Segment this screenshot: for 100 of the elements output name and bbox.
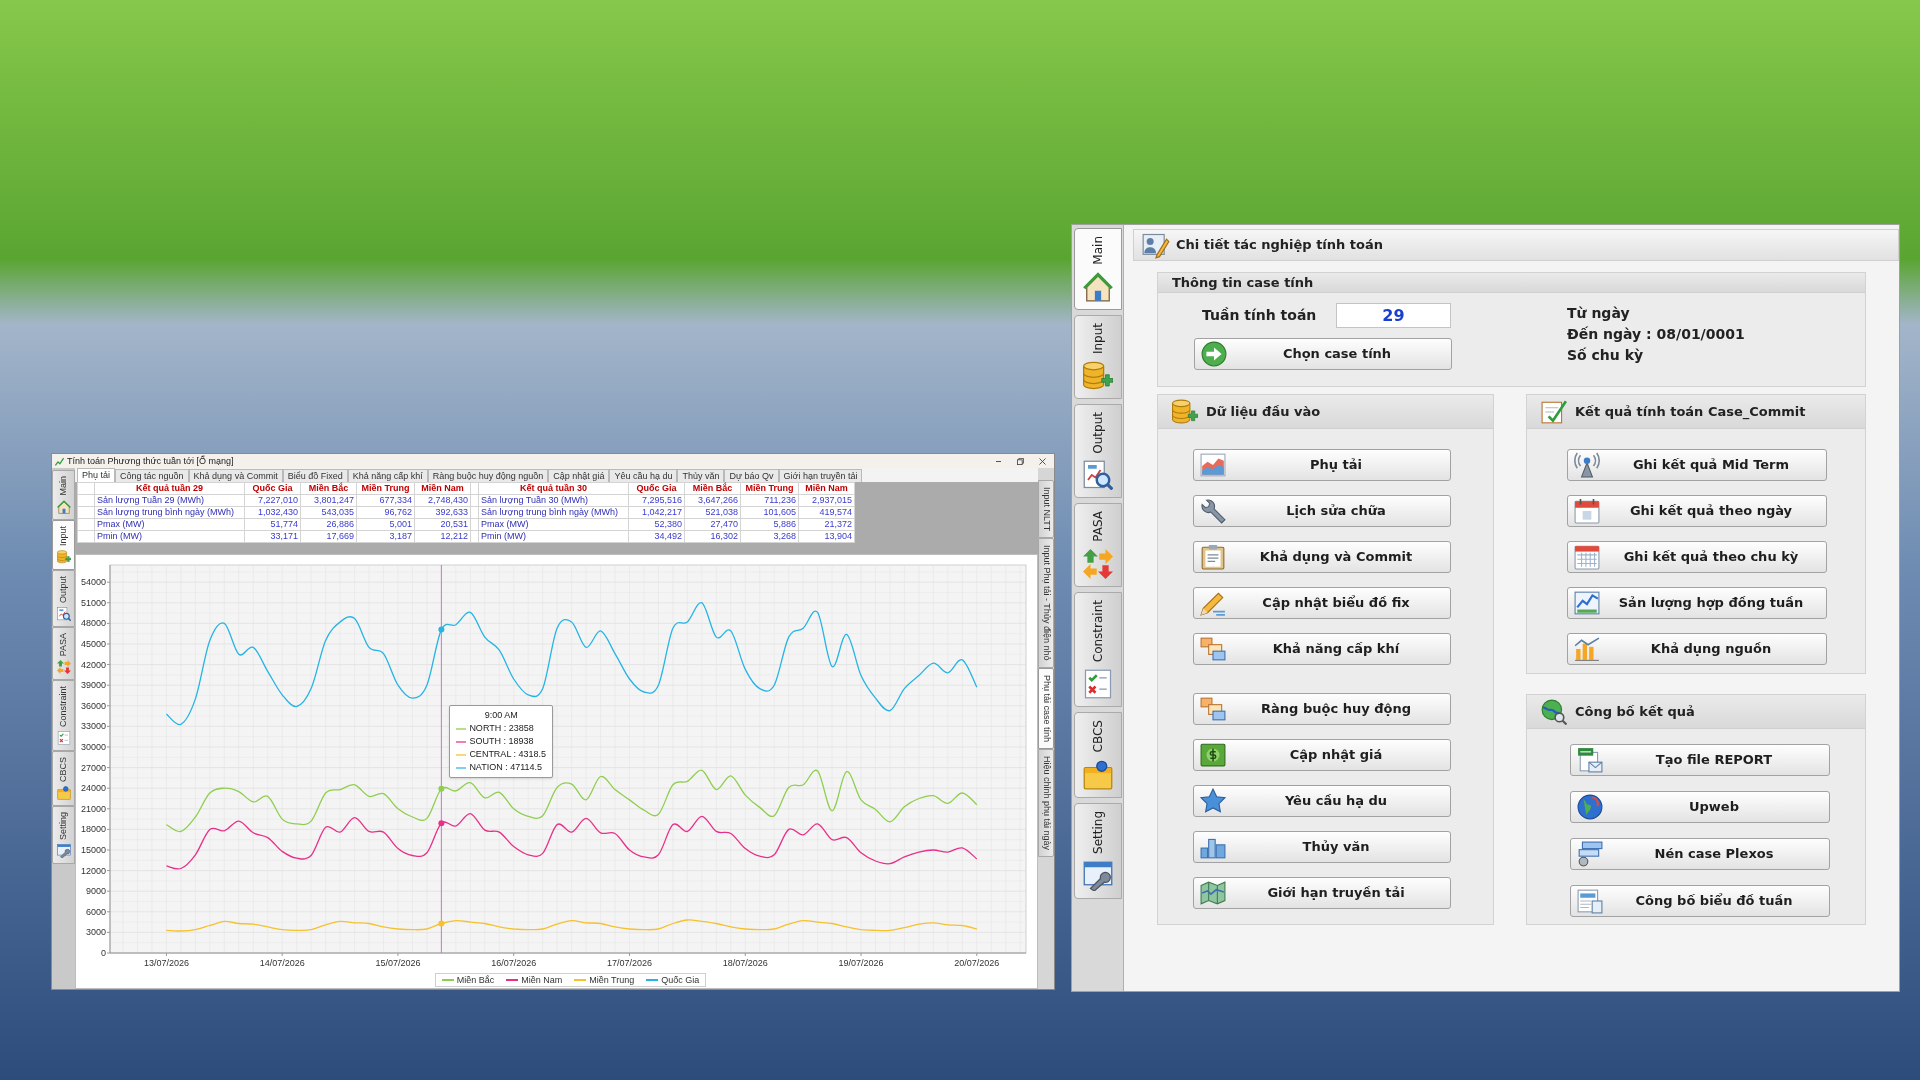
tab[interactable]: Dự báo Qv bbox=[724, 469, 779, 482]
axis-label: 17/07/2026 bbox=[607, 958, 652, 968]
side-tab[interactable]: Main bbox=[52, 470, 75, 520]
side-tab[interactable]: CBCS bbox=[52, 750, 75, 806]
checklist-icon bbox=[1083, 669, 1113, 700]
arrows-icon bbox=[1083, 549, 1113, 580]
tab[interactable]: Giới hạn truyền tải bbox=[778, 469, 863, 482]
axis-label: 24000 bbox=[80, 783, 106, 794]
document-magnifier-icon bbox=[1083, 460, 1113, 491]
side-tab[interactable]: Phụ tải case tính bbox=[1038, 667, 1054, 749]
axis-label: 15000 bbox=[80, 845, 106, 855]
axis-label: 13/07/2026 bbox=[143, 958, 189, 968]
action-button[interactable]: Chọn case tính bbox=[1194, 338, 1452, 370]
row-label: Sản lượng Tuần 30 (MWh) bbox=[478, 494, 629, 507]
tab[interactable]: Phụ tải bbox=[77, 468, 116, 482]
table-cell: 26,886 bbox=[300, 518, 357, 531]
action-button[interactable]: Ghi kết quả theo chu kỳ bbox=[1567, 541, 1827, 573]
side-tab[interactable]: Output bbox=[1074, 403, 1122, 499]
arrows-icon bbox=[56, 659, 71, 674]
axis-label: 16/07/2026 bbox=[491, 958, 537, 968]
side-tab[interactable]: Constraint bbox=[52, 679, 75, 751]
action-button[interactable]: Cập nhật biểu đồ fix bbox=[1193, 587, 1451, 619]
action-button[interactable]: Khả năng cấp khí bbox=[1193, 633, 1451, 665]
action-button[interactable]: Thủy văn bbox=[1193, 831, 1451, 863]
axis-label: 14/07/2026 bbox=[259, 958, 305, 968]
action-button[interactable]: Ràng buộc huy động bbox=[1193, 693, 1451, 725]
tab[interactable]: Ràng buộc huy động nguồn bbox=[427, 469, 549, 482]
table-cell: 5,886 bbox=[740, 518, 799, 531]
area-chart-icon bbox=[1200, 452, 1226, 478]
axis-label: 19/07/2026 bbox=[838, 958, 884, 968]
side-tab[interactable]: Input bbox=[52, 519, 75, 570]
side-tab[interactable]: Main bbox=[1074, 228, 1122, 310]
axis-label: 3000 bbox=[85, 927, 106, 938]
map-icon bbox=[1200, 880, 1226, 906]
table-cell: 17,669 bbox=[300, 530, 357, 543]
tab[interactable]: Cập nhật giá bbox=[548, 469, 610, 482]
tab[interactable]: Công tác nguồn bbox=[115, 469, 189, 482]
tooltip-value: NORTH : 23858 bbox=[469, 723, 534, 734]
side-tab[interactable]: PASA bbox=[52, 626, 75, 680]
table-cell: 12,212 bbox=[414, 530, 471, 543]
action-button[interactable]: Khả dụng nguồn bbox=[1567, 633, 1827, 665]
action-button[interactable]: Khả dụng và Commit bbox=[1193, 541, 1451, 573]
action-button[interactable]: Giới hạn truyền tải bbox=[1193, 877, 1451, 909]
axis-label: 0 bbox=[101, 948, 106, 958]
row-label: Pmin (MW) bbox=[478, 530, 629, 543]
table-cell: 1,042,217 bbox=[628, 506, 685, 519]
tab[interactable]: Thủy văn bbox=[677, 469, 725, 482]
table-cell: 51,774 bbox=[244, 518, 301, 531]
close-icon bbox=[1038, 457, 1046, 465]
side-tab[interactable]: Hiệu chỉnh phụ tải ngày bbox=[1038, 748, 1054, 857]
axis-label: 21000 bbox=[80, 803, 106, 814]
action-button[interactable]: Upweb bbox=[1570, 791, 1830, 823]
side-tab[interactable]: Input bbox=[1074, 314, 1122, 399]
banknote-icon bbox=[1200, 742, 1226, 768]
table-cell: 677,334 bbox=[356, 494, 415, 507]
action-button[interactable]: Phụ tải bbox=[1193, 449, 1451, 481]
tab[interactable]: Khả năng cấp khí bbox=[347, 469, 428, 482]
action-button[interactable]: Cập nhật giá bbox=[1193, 739, 1451, 771]
table-cell: 3,801,247 bbox=[300, 494, 357, 507]
action-button[interactable]: Tạo file REPORT bbox=[1570, 744, 1830, 776]
legend-label: Miền Trung bbox=[589, 974, 635, 986]
side-tab[interactable]: PASA bbox=[1074, 503, 1122, 588]
action-button[interactable]: Ghi kết quả Mid Term bbox=[1567, 449, 1827, 481]
action-button[interactable]: Nén case Plexos bbox=[1570, 838, 1830, 870]
table-cell: 101,605 bbox=[740, 506, 799, 519]
action-button[interactable]: Yêu cầu hạ du bbox=[1193, 785, 1451, 817]
axis-label: 9000 bbox=[85, 886, 106, 897]
minimize-icon bbox=[994, 460, 1002, 462]
line-chart-icon bbox=[1574, 590, 1600, 616]
side-tab[interactable]: Input NLTT bbox=[1038, 480, 1054, 539]
action-button[interactable]: Công bố biểu đồ tuần bbox=[1570, 885, 1830, 917]
calendar-icon bbox=[1574, 498, 1600, 524]
week-field[interactable]: 29 bbox=[1336, 303, 1451, 328]
tab[interactable]: Yêu cầu hạ du bbox=[609, 469, 678, 482]
arrow-circle-icon bbox=[1201, 341, 1227, 367]
side-tab[interactable]: Setting bbox=[1074, 802, 1122, 899]
axis-label: 48000 bbox=[80, 618, 106, 629]
side-tab[interactable]: Output bbox=[52, 569, 75, 627]
bar-chart-icon bbox=[1574, 636, 1600, 662]
table-cell: 3,187 bbox=[356, 530, 415, 543]
table-cell: 543,035 bbox=[300, 506, 357, 519]
action-button[interactable]: Ghi kết quả theo ngày bbox=[1567, 495, 1827, 527]
action-button[interactable]: Lịch sửa chữa bbox=[1193, 495, 1451, 527]
axis-label: 27000 bbox=[80, 762, 106, 773]
table-cell: 3,647,266 bbox=[684, 494, 741, 507]
tab[interactable]: Khả dụng và Commit bbox=[188, 469, 283, 482]
action-button[interactable]: Sản lượng hợp đồng tuần bbox=[1567, 587, 1827, 619]
table-cell: 13,904 bbox=[798, 530, 855, 543]
side-tab[interactable]: CBCS bbox=[1074, 712, 1122, 798]
side-tab[interactable]: Setting bbox=[52, 805, 75, 864]
column-header: Miền Trung bbox=[356, 482, 415, 495]
group-title: Công bố kết quả bbox=[1575, 702, 1695, 721]
side-tab[interactable]: Input Phụ tải - Thủy điện nhỏ bbox=[1038, 538, 1054, 668]
table-cell: 2,748,430 bbox=[414, 494, 471, 507]
axis-label: 39000 bbox=[80, 680, 106, 691]
side-tab[interactable]: Constraint bbox=[1074, 592, 1122, 708]
row-label: Pmax (MW) bbox=[478, 518, 629, 531]
tooltip-title: 9:00 AM bbox=[484, 709, 518, 722]
tab[interactable]: Biểu đồ Fixed bbox=[282, 469, 348, 482]
blocks-icon bbox=[1200, 696, 1226, 722]
